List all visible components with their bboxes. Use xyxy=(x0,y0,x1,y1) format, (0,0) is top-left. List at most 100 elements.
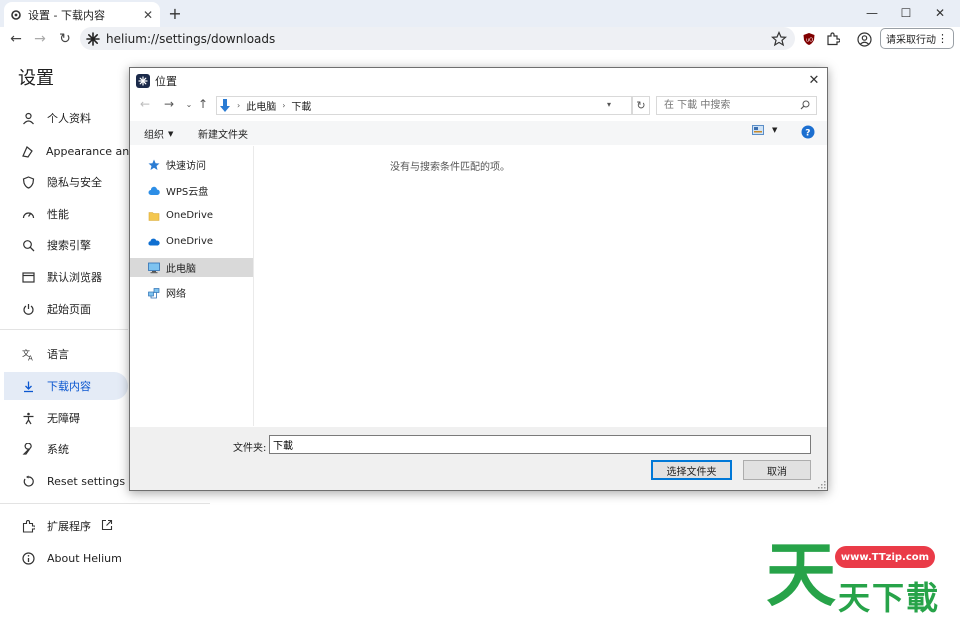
breadcrumb-this-pc[interactable]: 此电脑 xyxy=(246,98,276,113)
cloud-icon xyxy=(148,185,160,197)
cancel-button[interactable]: 取消 xyxy=(743,460,811,480)
sidebar-item[interactable]: 无障碍 xyxy=(0,404,128,432)
maximize-button[interactable]: ☐ xyxy=(890,2,922,24)
action-button[interactable]: 请采取行动 ⋮ xyxy=(880,28,954,49)
address-bar[interactable]: helium://settings/downloads xyxy=(80,27,795,50)
empty-results-message: 没有与搜索条件匹配的项。 xyxy=(390,162,510,173)
view-options-button[interactable]: ▼ xyxy=(752,125,777,135)
new-folder-button[interactable]: 新建文件夹 xyxy=(198,126,248,141)
forward-arrow-icon[interactable]: → xyxy=(30,29,50,49)
nav-pane-item[interactable]: OneDrive xyxy=(130,232,253,251)
power-icon xyxy=(21,302,35,316)
sidebar-item[interactable]: Appearance and xyxy=(0,137,136,165)
folder-name-input[interactable] xyxy=(269,435,811,454)
sidebar-item[interactable]: 隐私与安全 xyxy=(0,168,128,196)
nav-pane-item[interactable]: OneDrive xyxy=(130,206,253,225)
new-tab-button[interactable]: + xyxy=(166,4,184,23)
shield-icon xyxy=(21,175,35,189)
sidebar-item-label: 默认浏览器 xyxy=(47,271,102,284)
nav-pane-label: 快速访问 xyxy=(166,161,206,172)
sidebar-item-label: Reset settings xyxy=(47,474,126,488)
bookmark-star-icon[interactable] xyxy=(771,30,787,47)
browser-window-icon xyxy=(21,270,35,284)
reload-icon[interactable]: ↻ xyxy=(55,29,75,49)
dialog-search-box[interactable] xyxy=(656,96,817,115)
puzzle-icon xyxy=(21,519,35,533)
svg-text:?: ? xyxy=(805,129,810,139)
dialog-close-icon[interactable]: ✕ xyxy=(803,70,825,90)
sidebar-item[interactable]: 文 A 语言 xyxy=(0,340,128,368)
dialog-navigation-pane: 快速访问 WPS云盘 OneDrive OneDrive 此电脑网络 xyxy=(130,146,254,426)
extensions-puzzle-icon[interactable] xyxy=(824,30,842,48)
helium-app-icon xyxy=(136,74,150,88)
nav-pane-label: OneDrive xyxy=(166,236,214,247)
breadcrumb-separator-icon: › xyxy=(282,101,286,110)
sidebar-item-label: 性能 xyxy=(47,208,69,221)
view-mode-icon xyxy=(752,125,764,135)
sidebar-item[interactable]: About Helium xyxy=(0,544,128,572)
dialog-refresh-icon[interactable]: ↻ xyxy=(632,96,650,115)
sidebar-item-label: Appearance and xyxy=(46,144,137,158)
sidebar-item[interactable]: 起始页面 xyxy=(0,295,128,323)
minimize-button[interactable]: — xyxy=(856,2,888,24)
sidebar-divider xyxy=(0,329,128,330)
dialog-forward-icon[interactable]: → xyxy=(162,97,176,111)
recent-locations-chevron-icon[interactable]: ⌄ xyxy=(182,97,196,111)
appearance-icon xyxy=(21,144,34,158)
organize-menu-button[interactable]: 组织 ▼ xyxy=(144,126,174,142)
help-icon: ? xyxy=(801,125,815,139)
sidebar-item[interactable]: 性能 xyxy=(0,200,128,228)
dialog-search-input[interactable] xyxy=(662,99,796,112)
breadcrumb-separator-icon: › xyxy=(237,101,241,110)
sidebar-item-label: 无障碍 xyxy=(47,412,80,425)
nav-pane-item[interactable]: 网络 xyxy=(130,283,253,302)
sidebar-item[interactable]: 下载内容 xyxy=(4,372,128,400)
sidebar-item-label: 下载内容 xyxy=(47,380,91,393)
sidebar-item[interactable]: 个人资料 xyxy=(0,104,128,132)
up-folder-icon[interactable]: ↑ xyxy=(196,97,210,111)
gear-icon xyxy=(11,9,21,20)
nav-pane-item[interactable]: 快速访问 xyxy=(130,155,253,174)
browser-tab[interactable]: 设置 - 下载内容 ✕ xyxy=(4,2,160,27)
sidebar-item[interactable]: 搜索引擎 xyxy=(0,231,128,259)
organize-dropdown-icon: ▼ xyxy=(168,129,174,138)
address-dropdown-chevron-icon[interactable]: ▾ xyxy=(607,100,611,109)
sidebar-item[interactable]: Reset settings xyxy=(0,467,128,495)
back-arrow-icon[interactable]: ← xyxy=(6,29,26,49)
tab-close-icon[interactable]: ✕ xyxy=(140,7,156,23)
sidebar-item[interactable]: 系统 xyxy=(0,435,128,463)
nav-pane-label: 此电脑 xyxy=(166,264,196,275)
sidebar-item-label: 搜索引擎 xyxy=(47,239,91,252)
helium-site-icon xyxy=(86,31,100,46)
action-button-label: 请采取行动 xyxy=(886,35,936,46)
more-menu-icon[interactable]: ⋮ xyxy=(937,32,948,45)
close-window-button[interactable]: ✕ xyxy=(924,2,956,24)
info-icon xyxy=(21,551,35,565)
dialog-back-icon[interactable]: ← xyxy=(138,97,152,111)
sidebar-item-label: About Helium xyxy=(47,551,122,565)
watermark-url-badge: www.TTzip.com xyxy=(835,546,935,568)
nav-pane-item[interactable]: WPS云盘 xyxy=(130,181,253,200)
profile-avatar-icon[interactable] xyxy=(855,30,873,48)
nav-pane-label: 网络 xyxy=(166,289,186,300)
svg-text:天: 天 xyxy=(766,535,836,607)
reset-icon xyxy=(21,474,35,488)
sidebar-item[interactable]: 扩展程序 xyxy=(0,512,128,540)
sidebar-divider xyxy=(0,503,210,504)
ublock-icon[interactable]: uO xyxy=(800,30,818,48)
watermark-logo: 天 xyxy=(766,534,838,616)
breadcrumb-downloads[interactable]: 下載 xyxy=(291,98,311,113)
open-external-icon xyxy=(101,519,113,534)
sidebar-item[interactable]: 默认浏览器 xyxy=(0,263,128,291)
resize-grip-icon[interactable] xyxy=(818,481,826,489)
help-button[interactable]: ? xyxy=(801,125,815,139)
wrench-icon xyxy=(21,442,35,456)
browser-toolbar: ← → ↻ helium://settings/downloads uO 请采取… xyxy=(0,27,960,51)
svg-text:A: A xyxy=(28,354,33,361)
select-folder-button[interactable]: 选择文件夹 xyxy=(651,460,732,480)
speedometer-icon xyxy=(21,207,35,221)
dialog-address-bar[interactable]: › 此电脑 › 下載 ▾ xyxy=(216,96,632,115)
nav-pane-item[interactable]: 此电脑 xyxy=(130,258,253,277)
page-title: 设置 xyxy=(18,68,54,89)
sidebar-item-label: 起始页面 xyxy=(47,303,91,316)
